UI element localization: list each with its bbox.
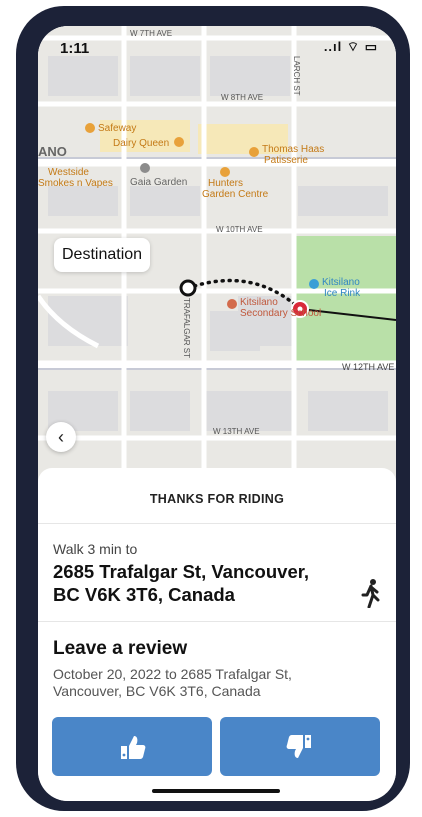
status-time: 1:11 [60, 40, 90, 57]
place-label: Secondary School [240, 308, 321, 319]
place-label: Westside [48, 167, 89, 178]
walk-label: Walk 3 min to [53, 541, 138, 557]
origin-marker [179, 279, 197, 297]
place-label: Thomas Haas [262, 144, 324, 155]
place-label: Kitsilano [322, 277, 360, 288]
place-label: Patisserie [264, 155, 308, 166]
place-label: Safeway [98, 123, 136, 134]
place-label: ANO [38, 144, 67, 159]
chevron-left-icon: ‹ [58, 426, 64, 447]
place-label: Hunters [208, 178, 243, 189]
divider [38, 523, 396, 524]
status-icons: ..ıl ⌔ ▭ [323, 39, 378, 54]
status-bar: 1:11 ..ıl ⌔ ▭ [38, 26, 396, 68]
walking-person-icon [360, 578, 382, 613]
place-label: Gaia Garden [130, 177, 187, 188]
place-label: Dairy Queen [113, 138, 169, 149]
place-label: Kitsilano [240, 297, 278, 308]
place-label: Garden Centre [202, 189, 269, 200]
thumbs-up-button[interactable] [52, 717, 212, 776]
place-label: Smokes n Vapes [38, 178, 113, 189]
place-label: Ice Rink [324, 288, 361, 299]
review-subtitle: October 20, 2022 to 2685 Trafalgar St, V… [53, 666, 292, 699]
ride-summary-sheet: THANKS FOR RIDING Walk 3 min to 2685 Tra… [38, 468, 396, 801]
review-title: Leave a review [53, 638, 188, 659]
street-label: TRAFALGAR ST [182, 298, 191, 358]
divider [38, 621, 396, 622]
street-label: W 8TH AVE [221, 93, 263, 102]
street-label: W 13TH AVE [213, 427, 260, 436]
map-view[interactable]: W 7TH AVE W 8TH AVE W 10TH AVE W 12TH AV… [38, 26, 396, 496]
thumbs-up-icon [121, 735, 146, 759]
sheet-title: THANKS FOR RIDING [149, 492, 285, 506]
thumbs-down-button[interactable] [220, 717, 380, 776]
back-button[interactable]: ‹ [46, 422, 76, 452]
home-indicator[interactable] [152, 789, 280, 793]
thumbs-down-icon [286, 734, 311, 758]
street-label: W 12TH AVE [342, 362, 394, 372]
destination-callout: Destination [54, 238, 151, 272]
street-label: W 10TH AVE [216, 225, 263, 234]
destination-address: 2685 Trafalgar St, Vancouver, BC V6K 3T6… [53, 561, 310, 605]
phone-screen: W 7TH AVE W 8TH AVE W 10TH AVE W 12TH AV… [38, 26, 396, 801]
